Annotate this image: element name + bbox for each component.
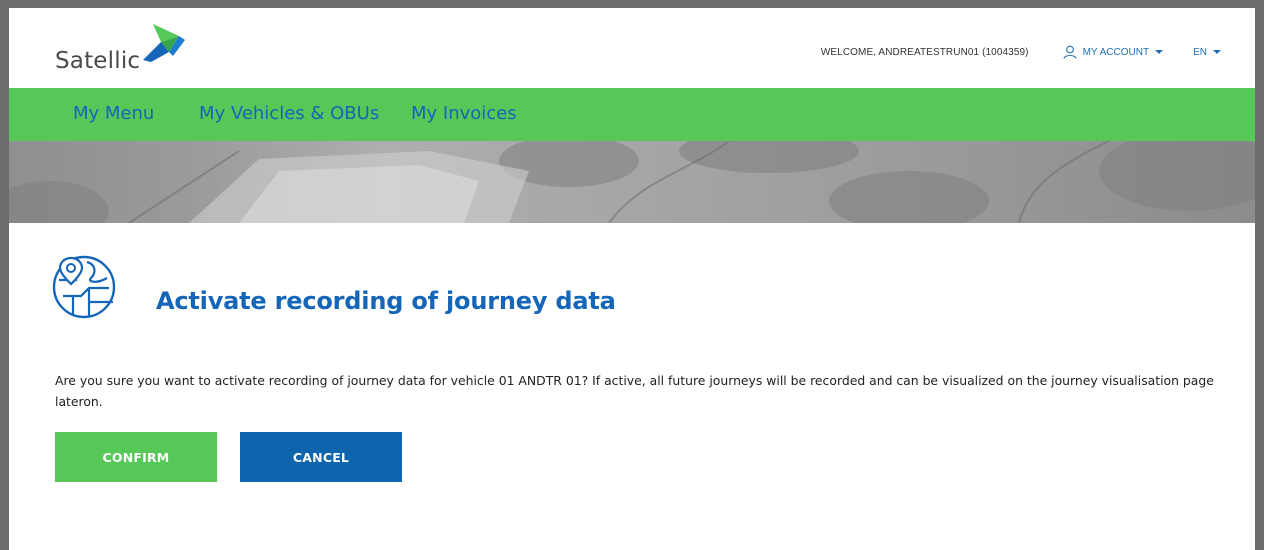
- app-window: Satellic WELCOME, ANDREATESTRUN01 (10043…: [9, 8, 1255, 550]
- my-account-label: MY ACCOUNT: [1082, 46, 1150, 58]
- confirm-button[interactable]: CONFIRM: [55, 432, 217, 482]
- language-selector[interactable]: EN: [1193, 47, 1221, 58]
- welcome-text: WELCOME, ANDREATESTRUN01 (1004359): [820, 46, 1029, 58]
- nav-item-my-vehicles-obus[interactable]: My Vehicles & OBUs: [199, 103, 379, 124]
- language-label: EN: [1193, 46, 1207, 58]
- page-title: Activate recording of journey data: [156, 287, 616, 316]
- nav-item-my-invoices[interactable]: My Invoices: [411, 103, 517, 124]
- nav-item-my-menu[interactable]: My Menu: [73, 103, 154, 124]
- journey-map-pin-icon: [52, 255, 116, 319]
- chevron-down-icon: [1155, 50, 1164, 54]
- logo-text: Satellic: [55, 48, 141, 74]
- my-account-menu[interactable]: MY ACCOUNT: [1063, 45, 1164, 59]
- hero-banner-image: [9, 141, 1255, 223]
- truck-banner-image: [9, 141, 1255, 223]
- main-nav: My Menu My Vehicles & OBUs My Invoices: [9, 88, 1255, 141]
- user-icon: [1063, 45, 1077, 59]
- satellic-arrow-logo-icon: [143, 24, 185, 62]
- chevron-down-icon: [1213, 50, 1221, 54]
- header: Satellic WELCOME, ANDREATESTRUN01 (10043…: [9, 8, 1255, 88]
- cancel-button[interactable]: CANCEL: [240, 432, 402, 482]
- confirmation-message: Are you sure you want to activate record…: [55, 373, 1214, 410]
- header-user-area: WELCOME, ANDREATESTRUN01 (1004359) MY AC…: [821, 45, 1221, 59]
- satellic-logo[interactable]: Satellic: [55, 22, 215, 78]
- page-header: Activate recording of journey data: [51, 254, 751, 319]
